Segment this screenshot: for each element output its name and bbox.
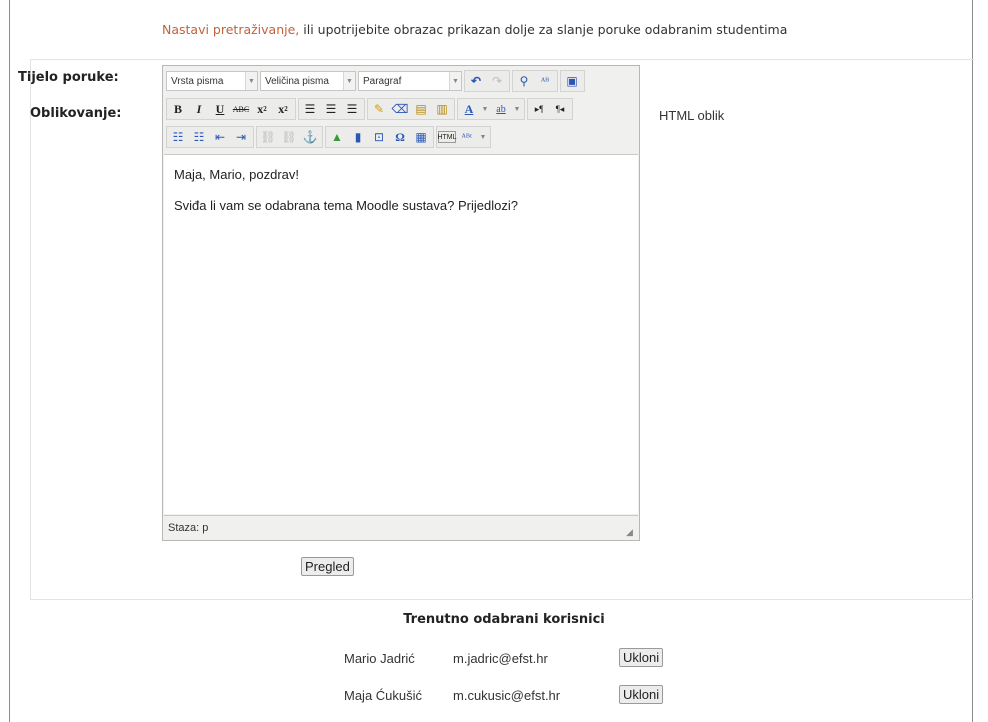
list-group: ☷ ☷ ⇤ ⇥	[166, 126, 254, 148]
clean-format-icon[interactable]: ✎	[369, 99, 389, 119]
find-icon[interactable]: ⚲	[514, 71, 534, 91]
message-line: Sviđa li vam se odabrana tema Moodle sus…	[174, 198, 518, 213]
intro-instructions: ili upotrijebite obrazac prikazan dolje …	[299, 22, 788, 37]
paste-text-icon[interactable]: ▤	[411, 99, 431, 119]
user-email: m.cukusic@efst.hr	[453, 688, 561, 703]
font-family-value: Vrsta pisma	[171, 75, 224, 87]
fullscreen-icon[interactable]: ▣	[562, 71, 582, 91]
toolbar-row-2: B I U ABC x2 x2 ☰ ☰ ☰ ✎ ⌫ ▤ ▥ A ▼ ab ▼ ▸…	[163, 96, 575, 122]
font-size-value: Veličina pisma	[265, 75, 329, 87]
continue-search-link[interactable]: Nastavi pretraživanje,	[162, 22, 299, 37]
chevron-down-icon: ▼	[343, 72, 355, 90]
insert-group: ▲ ▮ ⊡ Ω ▦	[325, 126, 434, 148]
fullscreen-group: ▣	[560, 70, 585, 92]
highlight-color-icon[interactable]: ab	[491, 99, 511, 119]
chevron-down-icon: ▼	[449, 72, 461, 90]
replace-icon[interactable]: ᴬᴮ	[535, 71, 555, 91]
message-line: Maja, Mario, pozdrav!	[174, 167, 299, 182]
editor-status-bar: Staza: p ◢	[164, 515, 638, 539]
chevron-down-icon[interactable]: ▼	[512, 99, 522, 119]
text-color-icon[interactable]: A	[459, 99, 479, 119]
text-style-group: B I U ABC x2 x2	[166, 98, 296, 120]
intro-text: Nastavi pretraživanje, ili upotrijebite …	[162, 22, 787, 37]
numbered-list-icon[interactable]: ☷	[189, 127, 209, 147]
rtl-icon[interactable]: ¶◂	[550, 99, 570, 119]
paragraph-select[interactable]: Paragraf ▼	[358, 71, 462, 91]
align-left-icon[interactable]: ☰	[300, 99, 320, 119]
user-name: Mario Jadrić	[344, 651, 415, 666]
font-family-select[interactable]: Vrsta pisma ▼	[166, 71, 258, 91]
link-icon[interactable]: ⛓	[258, 127, 278, 147]
underline-icon[interactable]: U	[210, 99, 230, 119]
indent-icon[interactable]: ⇥	[231, 127, 251, 147]
undo-redo-group: ↶ ↷	[464, 70, 510, 92]
image-icon[interactable]: ▲	[327, 127, 347, 147]
remove-user-button[interactable]: Ukloni	[619, 685, 664, 704]
bullet-list-icon[interactable]: ☷	[168, 127, 188, 147]
html-format-option: HTML oblik	[659, 108, 725, 123]
link-group: ⛓ ⛓ ⚓	[256, 126, 323, 148]
chevron-down-icon[interactable]: ▼	[480, 99, 490, 119]
chevron-down-icon: ▼	[245, 72, 257, 90]
search-group: ⚲ ᴬᴮ	[512, 70, 558, 92]
resize-handle-icon[interactable]: ◢	[626, 527, 636, 537]
paragraph-value: Paragraf	[363, 75, 402, 87]
message-body-label: Tijelo poruke:	[18, 70, 119, 85]
nolink-icon[interactable]: ⊡	[369, 127, 389, 147]
ltr-icon[interactable]: ▸¶	[529, 99, 549, 119]
align-center-icon[interactable]: ☰	[321, 99, 341, 119]
html-source-icon[interactable]: HTML	[437, 131, 457, 143]
bold-icon[interactable]: B	[168, 99, 188, 119]
user-email: m.jadric@efst.hr	[453, 651, 548, 666]
user-name: Maja Ćukušić	[344, 688, 423, 703]
toolbar-row-1: Vrsta pisma ▼ Veličina pisma ▼ Paragraf …	[163, 68, 587, 94]
color-group: A ▼ ab ▼	[457, 98, 525, 120]
spellcheck-icon[interactable]: ᴬᴮᶜ	[457, 127, 477, 147]
unlink-icon[interactable]: ⛓	[279, 127, 299, 147]
insert-table-icon[interactable]: ▦	[411, 127, 431, 147]
redo-icon[interactable]: ↷	[487, 71, 507, 91]
page-frame: Nastavi pretraživanje, ili upotrijebite …	[9, 0, 974, 722]
outdent-icon[interactable]: ⇤	[210, 127, 230, 147]
subscript-icon[interactable]: x2	[252, 99, 272, 119]
toolbar-row-3: ☷ ☷ ⇤ ⇥ ⛓ ⛓ ⚓ ▲ ▮ ⊡ Ω ▦ HTML ᴬᴮᶜ ▼	[163, 124, 493, 150]
rich-text-editor: Vrsta pisma ▼ Veličina pisma ▼ Paragraf …	[162, 65, 640, 541]
anchor-icon[interactable]: ⚓	[300, 127, 320, 147]
special-char-icon[interactable]: Ω	[390, 127, 410, 147]
selected-users-title: Trenutno odabrani korisnici	[403, 612, 605, 627]
italic-icon[interactable]: I	[189, 99, 209, 119]
chevron-down-icon[interactable]: ▼	[478, 127, 488, 147]
html-spell-group: HTML ᴬᴮᶜ ▼	[436, 126, 491, 148]
message-body-area[interactable]: Maja, Mario, pozdrav! Sviđa li vam se od…	[164, 154, 638, 514]
undo-icon[interactable]: ↶	[466, 71, 486, 91]
element-path: Staza: p	[168, 521, 209, 534]
align-right-icon[interactable]: ☰	[342, 99, 362, 119]
direction-group: ▸¶ ¶◂	[527, 98, 573, 120]
font-size-select[interactable]: Veličina pisma ▼	[260, 71, 356, 91]
paste-word-icon[interactable]: ▥	[432, 99, 452, 119]
align-group: ☰ ☰ ☰	[298, 98, 365, 120]
superscript-icon[interactable]: x2	[273, 99, 293, 119]
format-label: Oblikovanje:	[30, 106, 122, 121]
clipboard-group: ✎ ⌫ ▤ ▥	[367, 98, 455, 120]
remove-user-button[interactable]: Ukloni	[619, 648, 664, 667]
strikethrough-icon[interactable]: ABC	[231, 99, 251, 119]
media-icon[interactable]: ▮	[348, 127, 368, 147]
preview-button[interactable]: Pregled	[301, 557, 354, 576]
eraser-icon[interactable]: ⌫	[390, 99, 410, 119]
